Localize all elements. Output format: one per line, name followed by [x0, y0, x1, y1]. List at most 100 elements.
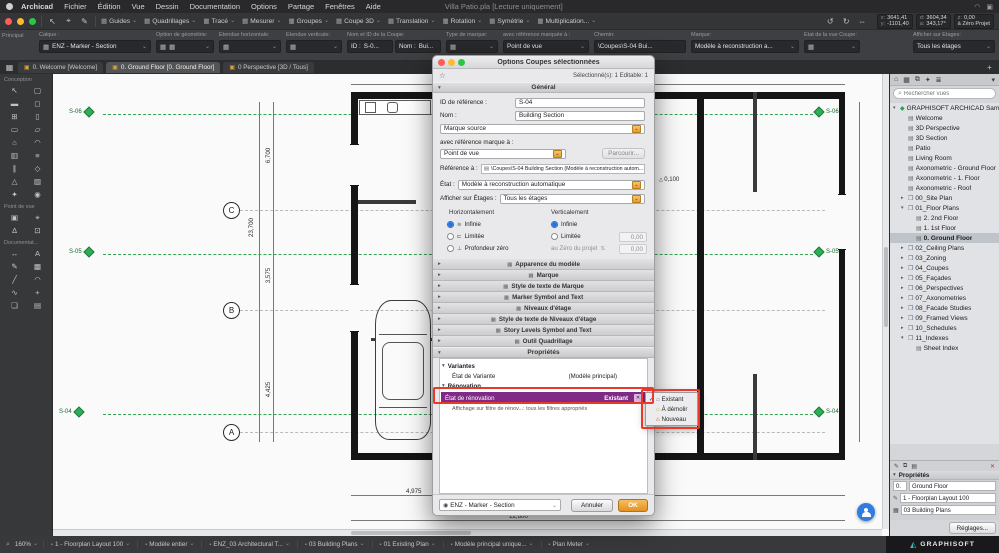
origin-icon[interactable]	[63, 16, 74, 26]
tree-item[interactable]: Living Room	[890, 153, 999, 163]
elevation-label[interactable]: 0,100	[659, 177, 679, 183]
collapsed-section-header[interactable]: Story Levels Symbol and Text	[433, 325, 654, 336]
tool-curtain-wall[interactable]: ▥	[3, 149, 26, 162]
tool-wall[interactable]: ▬	[3, 97, 26, 110]
tool-elevation[interactable]: ∆	[3, 224, 26, 237]
tool-stair[interactable]: ≡	[26, 149, 49, 162]
tool-roof[interactable]: ⌂	[3, 136, 26, 149]
sink[interactable]	[387, 102, 398, 113]
wifi-icon[interactable]: ◠	[974, 3, 980, 11]
toolbar-group-button[interactable]: Rotation	[442, 17, 482, 25]
ok-button[interactable]: OK	[618, 498, 648, 512]
dimension-text[interactable]: 4,425	[265, 380, 273, 399]
tool-beam[interactable]: ▭	[3, 123, 26, 136]
tree-item[interactable]: 06_Perspectives	[890, 283, 999, 293]
marker-state-select[interactable]: Modèle à reconstruction a...	[691, 40, 799, 53]
tool-window[interactable]: ⊞	[3, 110, 26, 123]
quick-options-item[interactable]: Modèle principal unique...	[442, 541, 541, 548]
disclosure-arrow-icon[interactable]	[901, 295, 906, 301]
section-marker[interactable]: S-06	[69, 106, 95, 118]
clone-icon[interactable]	[903, 463, 907, 470]
interior-wall[interactable]	[753, 92, 757, 192]
teamwork-avatar-button[interactable]	[857, 503, 875, 521]
tool-morph[interactable]: ◇	[26, 162, 49, 175]
toolbar-group-button[interactable]: Guides	[101, 17, 137, 25]
quick-options-item[interactable]: ENZ_03 Architectural T...	[201, 541, 297, 548]
car-object[interactable]	[371, 300, 435, 440]
vertical-extent-select[interactable]	[286, 40, 342, 53]
dimension-text[interactable]: 4,975	[405, 488, 423, 495]
view-tab[interactable]: 0. Welcome [Welcome]	[18, 62, 104, 73]
view-map-icon[interactable]	[903, 76, 910, 84]
quick-options-item[interactable]: 01 Existing Plan	[371, 541, 443, 548]
close-button[interactable]	[5, 17, 12, 25]
grid-bubble-b[interactable]: B	[223, 302, 240, 319]
menu-item[interactable]: Fichier	[64, 2, 87, 11]
tree-item[interactable]: 09_Framed Views	[890, 313, 999, 323]
subset-field[interactable]: 03 Building Plans	[900, 505, 996, 515]
section-marker[interactable]: S-04	[59, 406, 85, 418]
window[interactable]	[350, 144, 359, 186]
tree-item[interactable]: 1. 1st Floor	[890, 223, 999, 233]
dialog-minimize-button[interactable]	[448, 58, 455, 66]
tree-item[interactable]: Patio	[890, 143, 999, 153]
quick-options-item[interactable]: 1 - Floorplan Layout 100	[43, 541, 137, 548]
wall[interactable]	[839, 92, 845, 460]
layer-combination-field[interactable]: 1 - Floorplan Layout 100	[900, 493, 996, 503]
scrollbar-thumb[interactable]	[884, 246, 888, 327]
redo-icon[interactable]	[841, 17, 852, 26]
menu-item[interactable]: Fenêtres	[325, 2, 355, 11]
tree-item[interactable]: 3D Section	[890, 133, 999, 143]
geometry-method-select[interactable]	[156, 40, 214, 53]
tree-item[interactable]: 04_Coupes	[890, 263, 999, 273]
tool-label[interactable]: ✎	[3, 260, 26, 273]
menu-item[interactable]: Dessin	[156, 2, 179, 11]
tool-object[interactable]: ✦	[3, 188, 26, 201]
tree-item[interactable]: Axonometric - 1. Floor	[890, 173, 999, 183]
radio-horizontal-limited[interactable]	[447, 233, 454, 240]
popup-menu-item[interactable]: À démolir	[646, 404, 697, 414]
collapsed-section-header[interactable]: Apparence du modèle	[433, 259, 654, 270]
reference-id-input[interactable]: S-04	[515, 97, 645, 108]
dialog-close-button[interactable]	[438, 58, 445, 66]
tree-item[interactable]: 3D Perspective	[890, 123, 999, 133]
dimension-line[interactable]	[259, 102, 260, 442]
tool-drawing[interactable]: ▤	[26, 299, 49, 312]
section-marker[interactable]: S-05	[69, 246, 95, 258]
wall[interactable]	[697, 92, 704, 460]
zoom-icon[interactable]	[6, 541, 10, 549]
disclosure-arrow-icon[interactable]	[901, 195, 906, 201]
dimension-text[interactable]: 23,700	[247, 217, 255, 238]
open-view-icon[interactable]	[911, 463, 917, 470]
radio-horizontal-infinite[interactable]	[447, 221, 454, 228]
disclosure-arrow-icon[interactable]	[901, 315, 906, 321]
publisher-icon[interactable]	[925, 76, 931, 84]
section-marker[interactable]: S-06	[813, 106, 839, 118]
tool-section[interactable]: ⌖	[26, 211, 49, 224]
disclosure-arrow-icon[interactable]	[893, 105, 898, 111]
tool-camera[interactable]: ▣	[3, 211, 26, 224]
tool-slab[interactable]: ▱	[26, 123, 49, 136]
collapsed-section-header[interactable]: Marker Symbol and Text	[433, 292, 654, 303]
more-options-icon[interactable]	[991, 76, 995, 84]
edit-icon[interactable]	[894, 463, 899, 470]
tree-item[interactable]: 0. Ground Floor	[890, 233, 999, 243]
tool-line[interactable]: ╱	[3, 273, 26, 286]
menu-item[interactable]: Partage	[288, 2, 314, 11]
interior-wall[interactable]	[753, 374, 757, 460]
dimension-text[interactable]: 3,575	[265, 266, 273, 285]
section-marker[interactable]: S-05	[813, 246, 839, 258]
dimension-line[interactable]	[351, 520, 845, 521]
tree-item[interactable]: Sheet Index	[890, 343, 999, 353]
vertical-scrollbar[interactable]	[882, 74, 889, 529]
tool-figure[interactable]: ❏	[3, 299, 26, 312]
grid-bubble-a[interactable]: A	[223, 424, 240, 441]
new-tab-icon[interactable]	[984, 63, 995, 72]
marker-reference-select[interactable]: Point de vue	[503, 40, 589, 53]
project-map-icon[interactable]	[894, 76, 898, 83]
toolbar-group-button[interactable]: Coupe 3D	[336, 17, 381, 25]
toolbar-group-button[interactable]: Symétrie	[489, 17, 530, 25]
window[interactable]	[350, 284, 359, 332]
tree-item[interactable]: 00_Site Plan	[890, 193, 999, 203]
horizontal-extent-select[interactable]	[219, 40, 281, 53]
